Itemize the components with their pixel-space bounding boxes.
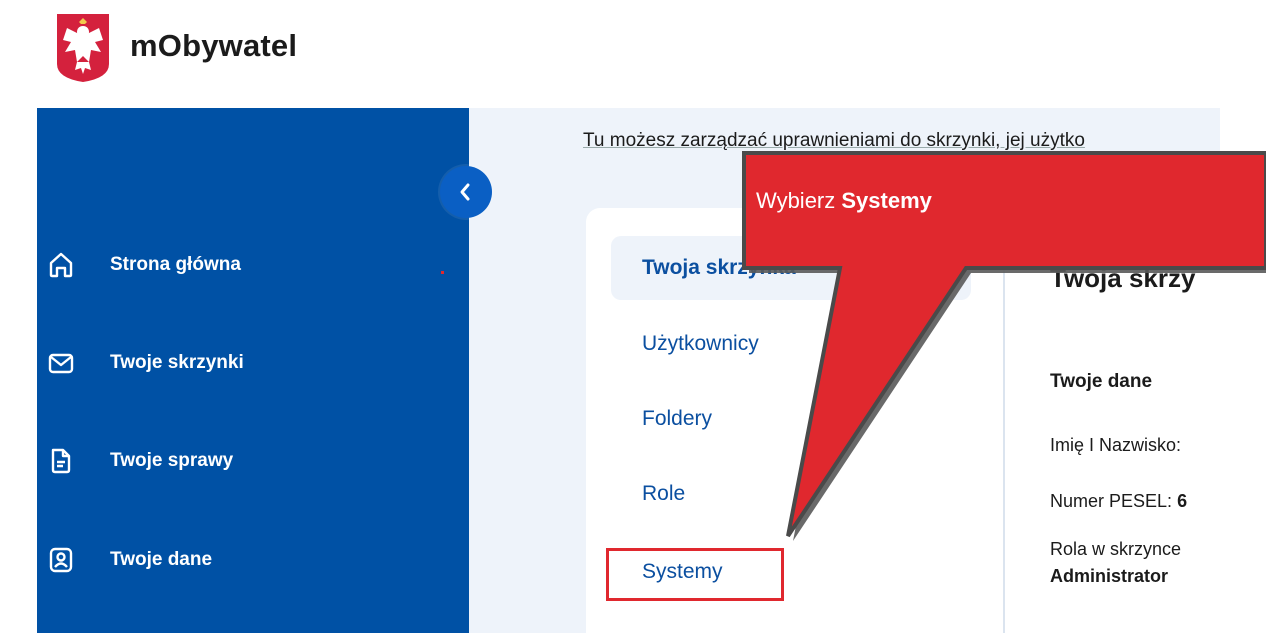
sidebar-item-label: Twoje dane (110, 549, 213, 570)
app-title: mObywatel (130, 28, 298, 63)
sidebar-item-label: Strona główna (110, 254, 241, 275)
pesel-row: Numer PESEL: 6 (1050, 491, 1187, 512)
marker-dot (441, 271, 444, 274)
menu-item-label: Role (642, 482, 686, 505)
user-card-icon (47, 546, 75, 574)
sidebar-item-twoje-dane[interactable]: Twoje dane (37, 530, 469, 590)
sidebar-item-strona-glowna[interactable]: Strona główna (37, 235, 469, 295)
section-title: Twoje dane (1050, 371, 1153, 392)
main-content: Tu możesz zarządzać uprawnieniami do skr… (469, 108, 1220, 633)
panel-title: Twoja skrzy (1050, 263, 1196, 293)
home-icon (47, 251, 75, 279)
intro-text: Tu możesz zarządzać uprawnieniami do skr… (583, 130, 1085, 151)
sidebar-item-twoje-sprawy[interactable]: Twoje sprawy (37, 431, 469, 491)
menu-item-role[interactable]: Role (611, 462, 971, 526)
app-header: mObywatel (0, 0, 1266, 108)
menu-item-label: Twoja skrzynka (642, 256, 796, 279)
menu-item-foldery[interactable]: Foldery (611, 387, 971, 451)
menu-item-label: Użytkownicy (642, 332, 759, 355)
role-value: Administrator (1050, 566, 1169, 586)
chevron-left-icon (460, 183, 470, 201)
sidebar-item-label: Twoje sprawy (110, 450, 234, 471)
name-label: Imię I Nazwisko: (1050, 435, 1182, 455)
callout-text: Wybierz Systemy (756, 188, 932, 213)
menu-item-uzytkownicy[interactable]: Użytkownicy (611, 312, 971, 376)
menu-item-twoja-skrzynka[interactable]: Twoja skrzynka (611, 236, 971, 300)
role-value-row: Administrator (1050, 566, 1168, 587)
sidebar-item-twoje-skrzynki[interactable]: Twoje skrzynki (37, 333, 469, 393)
pesel-label: Numer PESEL: (1050, 491, 1173, 511)
systemy-highlight-box (606, 548, 784, 601)
envelope-icon (47, 349, 75, 377)
menu-item-label: Foldery (642, 407, 713, 430)
role-label: Rola w skrzynce (1050, 539, 1182, 559)
card-divider (1003, 208, 1005, 633)
polish-eagle-emblem-icon (53, 12, 113, 84)
document-icon (47, 447, 75, 475)
pesel-value: 6 (1177, 491, 1188, 511)
sidebar-item-label: Twoje skrzynki (110, 352, 244, 373)
collapse-sidebar-button[interactable] (440, 166, 492, 218)
